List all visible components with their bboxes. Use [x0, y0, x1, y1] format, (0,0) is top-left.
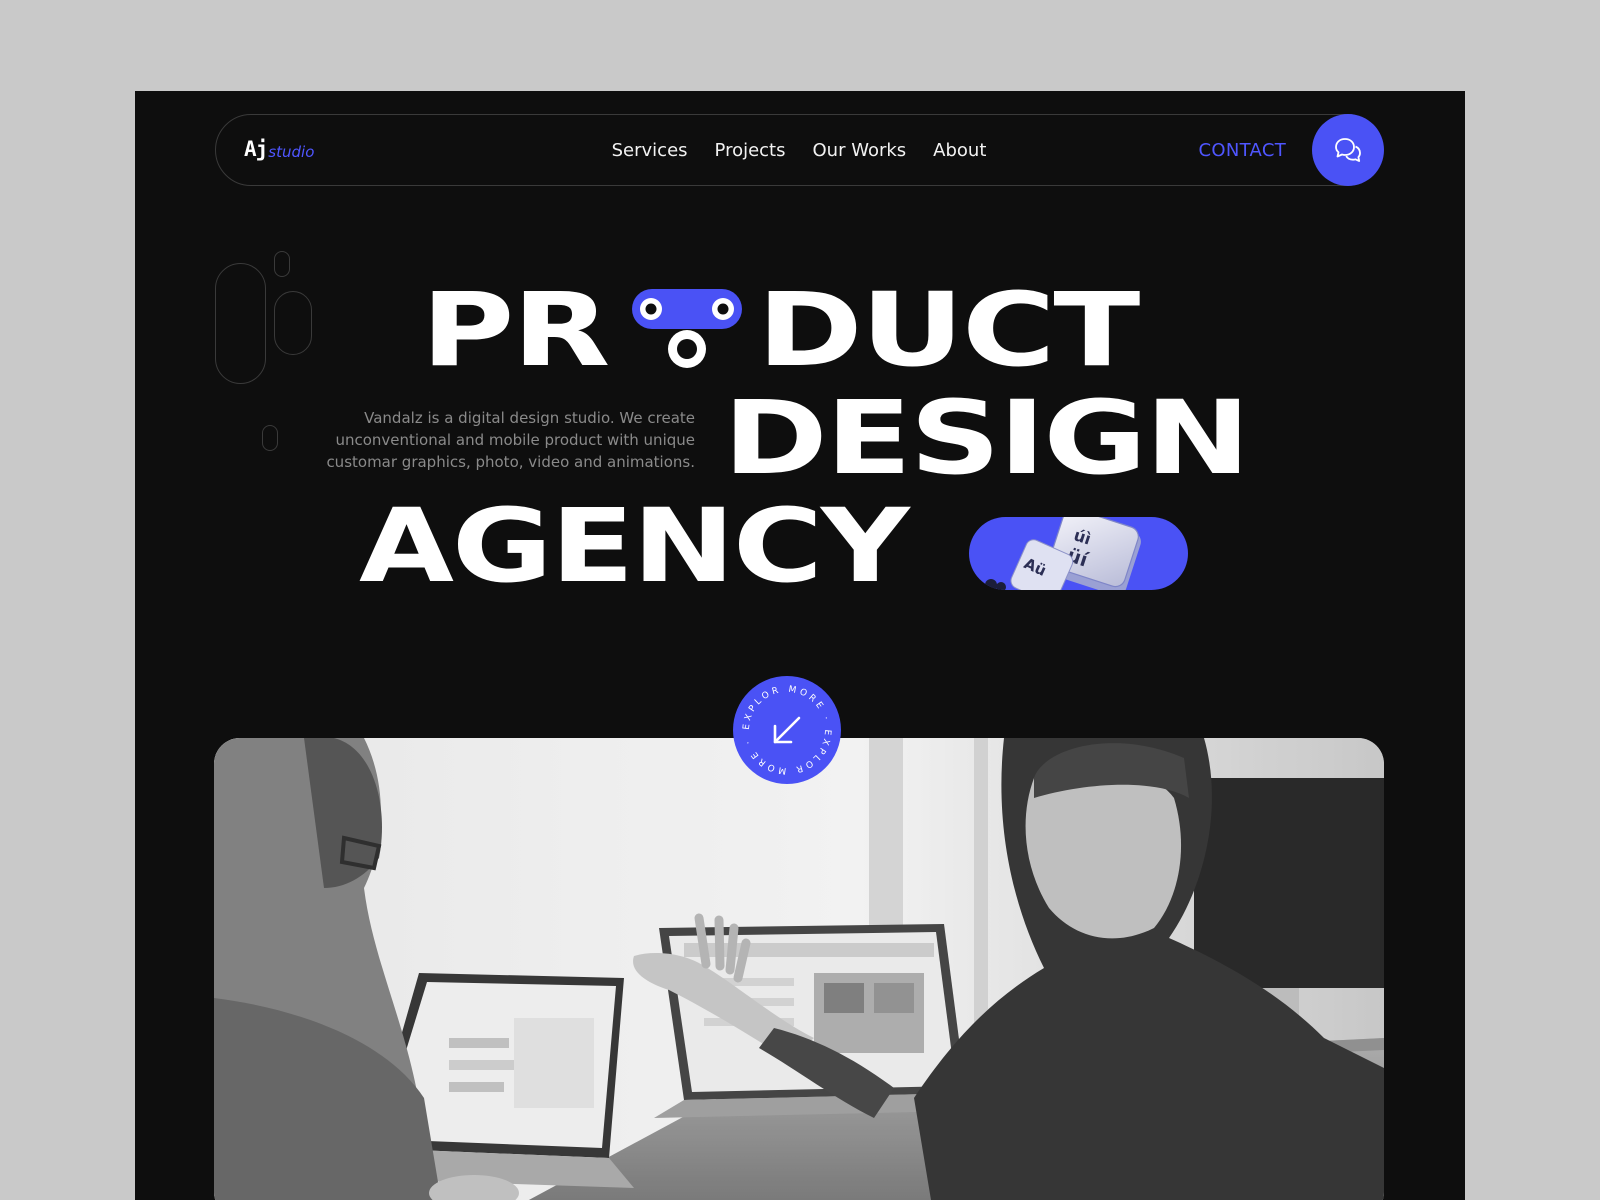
decor-pill-tiny-top [274, 251, 290, 277]
hero-photo [214, 738, 1384, 1200]
nav-link-our-works[interactable]: Our Works [813, 137, 907, 165]
hero-word-pr: PR [421, 270, 610, 390]
decor-pill-tiny-bottom [262, 425, 278, 451]
chat-button[interactable] [1312, 114, 1384, 186]
hero-word-design: DESIGN [723, 378, 1251, 498]
contact-link[interactable]: CONTACT [1199, 137, 1286, 165]
office-photo-illustration [214, 738, 1384, 1200]
page-frame: Aj studio Services Projects Our Works Ab… [135, 91, 1465, 1200]
chat-bubbles-icon [1335, 138, 1361, 162]
nav-link-projects[interactable]: Projects [715, 137, 786, 165]
hero-image-pill: úì üí Aü [969, 517, 1188, 590]
arrow-down-left-icon [773, 716, 801, 744]
eyes-logo-icon [632, 289, 742, 368]
nav-link-services[interactable]: Services [612, 137, 688, 165]
decor-pill-medium [274, 291, 312, 355]
hero-description: Vandalz is a digital design studio. We c… [326, 409, 695, 471]
decor-pill-large [215, 263, 266, 384]
hero-word-duct: DUCT [757, 270, 1140, 390]
hero-word-agency: AGENCY [359, 486, 910, 606]
nav-link-about[interactable]: About [933, 137, 986, 165]
top-navbar: Aj studio Services Projects Our Works Ab… [215, 114, 1384, 186]
explore-more-button[interactable]: EXPLOR MORE · EXPLOR MORE · [733, 676, 841, 784]
keyboard-key-illustration: úì üí Aü [985, 517, 1141, 590]
explore-more-ring: EXPLOR MORE · EXPLOR MORE · [742, 685, 829, 776]
